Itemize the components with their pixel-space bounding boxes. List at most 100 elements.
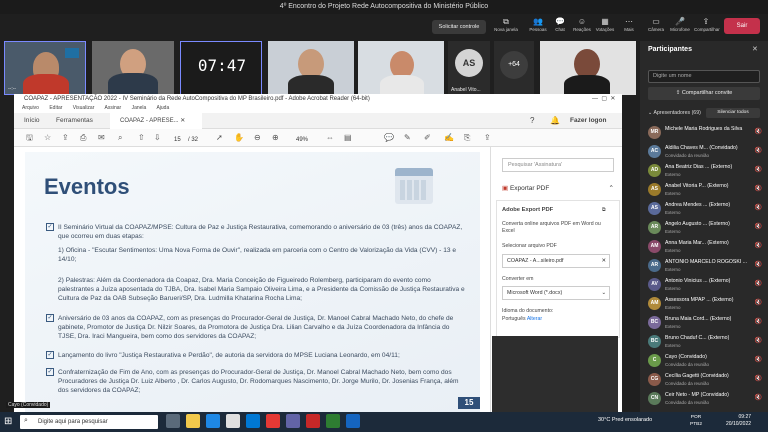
more-participants-tile[interactable]: +64 — [494, 41, 534, 95]
close-icon[interactable]: ✕ — [180, 118, 185, 124]
presenters-section[interactable]: ⌄ Apresentadores (69) — [648, 110, 701, 116]
mic-muted-icon[interactable]: 🔇 — [755, 223, 762, 230]
video-tile-clock[interactable]: 07:47 — [180, 41, 262, 95]
video-tile-4[interactable] — [268, 41, 354, 95]
more-button[interactable]: ⋯ Mais — [617, 16, 641, 36]
menu-arquivo[interactable]: Arquivo — [22, 105, 39, 111]
menu-janela[interactable]: Janela — [132, 105, 147, 111]
word-icon[interactable] — [346, 414, 360, 428]
mail-icon[interactable]: ✉ — [98, 132, 105, 144]
menu-assinar[interactable]: Assinar — [105, 105, 122, 111]
system-clock[interactable]: 09:27 20/10/2022 — [726, 414, 751, 428]
selected-file[interactable]: COAPAZ - A...sileiro.pdf ✕ — [502, 254, 610, 268]
mic-muted-icon[interactable]: 🔇 — [755, 337, 762, 344]
windows-start-icon[interactable]: ⊞ — [4, 415, 12, 429]
acrobat-title: COAPAZ - APRESENTAÇÃO 2022 - IV Seminári… — [14, 94, 622, 104]
close-icon[interactable]: ✕ — [752, 45, 758, 53]
mic-muted-icon[interactable]: 🔇 — [755, 318, 762, 325]
edge-icon[interactable] — [206, 414, 220, 428]
share-button[interactable]: ⇪ Compartilhar — [694, 16, 720, 36]
menu-visualizar[interactable]: Visualizar — [73, 105, 95, 111]
stamp-icon[interactable]: ⎘ — [464, 132, 470, 144]
reactions-button[interactable]: ☺ Reações — [570, 16, 594, 36]
cursor-icon[interactable]: ➚ — [216, 132, 223, 144]
microphone-button[interactable]: 🎤 Microfone — [668, 16, 692, 36]
tab-document[interactable]: COAPAZ - APRESE... ✕ — [110, 113, 202, 129]
page-number-input[interactable]: 15 — [174, 134, 181, 146]
pen-icon[interactable]: ✎ — [404, 132, 411, 144]
mic-muted-icon[interactable]: 🔇 — [755, 147, 762, 154]
save-icon[interactable]: 🖫 — [26, 132, 33, 144]
teams-icon[interactable] — [286, 414, 300, 428]
bell-icon[interactable]: 🔔 — [550, 113, 560, 129]
mic-muted-icon[interactable]: 🔇 — [755, 261, 762, 268]
format-select[interactable]: Microsoft Word (*.docx) ⌄ — [502, 286, 610, 300]
mic-muted-icon[interactable]: 🔇 — [755, 394, 762, 401]
export-pdf-header[interactable]: ▣ Exportar PDF ⌃ — [502, 182, 614, 196]
arrow-down-icon[interactable]: ⇩ — [154, 132, 161, 144]
people-button[interactable]: 👥 Pessoas — [526, 16, 550, 36]
share-invite-button[interactable]: ⇪ Compartilhar convite — [648, 87, 760, 100]
tab-ferramentas[interactable]: Ferramentas — [56, 113, 93, 129]
acrobat-icon[interactable] — [306, 414, 320, 428]
menu-ajuda[interactable]: Ajuda — [156, 105, 169, 111]
mic-muted-icon[interactable]: 🔇 — [755, 166, 762, 173]
tools-search-input[interactable]: Pesquisar 'Assinatura' — [502, 158, 614, 172]
video-tile-8[interactable] — [540, 41, 636, 95]
mic-muted-icon[interactable]: 🔇 — [755, 299, 762, 306]
store-icon[interactable] — [226, 414, 240, 428]
mic-muted-icon[interactable]: 🔇 — [755, 204, 762, 211]
mail-icon[interactable] — [246, 414, 260, 428]
leave-button[interactable]: Sair — [724, 18, 760, 34]
mic-muted-icon[interactable]: 🔇 — [755, 242, 762, 249]
highlight-icon[interactable]: ✐ — [424, 132, 431, 144]
new-window-button[interactable]: ⧉ Nova janela — [494, 16, 518, 36]
star-icon[interactable]: ☆ — [44, 132, 51, 144]
mic-muted-icon[interactable]: 🔇 — [755, 128, 762, 135]
zoom-in-icon[interactable]: ⊕ — [272, 132, 279, 144]
file-explorer-icon[interactable] — [186, 414, 200, 428]
video-tile-2[interactable] — [92, 41, 174, 95]
mic-muted-icon[interactable]: 🔇 — [755, 356, 762, 363]
hand-icon[interactable]: ✋ — [234, 132, 244, 144]
mute-all-button[interactable]: Silenciar todos — [706, 108, 760, 118]
zoom-select[interactable]: 49% — [296, 134, 308, 146]
window-title: 4º Encontro do Projeto Rede Autocomposit… — [0, 0, 768, 14]
close-icon[interactable]: ✕ — [602, 255, 609, 267]
video-tile-as[interactable]: AS Anabel Vito... — [448, 41, 490, 95]
chat-button[interactable]: 💬 Chat — [548, 16, 572, 36]
video-tile-5[interactable] — [358, 41, 444, 95]
mic-muted-icon[interactable]: 🔇 — [755, 280, 762, 287]
search-icon[interactable]: ⌕ — [118, 132, 122, 144]
login-link[interactable]: Fazer logon — [570, 113, 606, 129]
print-icon[interactable]: ⎙ — [80, 132, 86, 144]
comment-icon[interactable]: 💬 — [384, 132, 394, 144]
share-doc-icon[interactable]: ⇪ — [484, 132, 491, 144]
arrow-up-icon[interactable]: ⇧ — [138, 132, 145, 144]
zoom-out-icon[interactable]: ⊖ — [254, 132, 261, 144]
excel-icon[interactable] — [326, 414, 340, 428]
fit-page-icon[interactable]: ⇔ — [326, 132, 334, 144]
polls-button[interactable]: ▦ Votações — [593, 16, 617, 36]
taskbar-search-input[interactable]: Digite aqui para pesquisar — [20, 415, 158, 429]
window-controls[interactable]: — ▢ ✕ — [592, 95, 615, 102]
participant-row[interactable]: CN Ceir Neto - MP (Convidado) Convidado da… — [648, 390, 764, 412]
tab-inicio[interactable]: Início — [24, 113, 40, 129]
mic-muted-icon[interactable]: 🔇 — [755, 185, 762, 192]
upload-icon[interactable]: ⇪ — [62, 132, 69, 144]
sign-icon[interactable]: ✍ — [444, 132, 454, 144]
change-language-link[interactable]: Alterar — [527, 316, 542, 322]
task-view-icon[interactable] — [166, 414, 180, 428]
video-tile-1[interactable]: --:-- — [4, 41, 86, 95]
chrome-icon[interactable] — [266, 414, 280, 428]
request-control-button[interactable]: Solicitar controle — [432, 20, 486, 34]
input-language[interactable]: POR PTB2 — [690, 414, 702, 428]
copy-icon[interactable]: ⧉ — [602, 207, 606, 214]
scroll-mode-icon[interactable]: ▤ — [344, 132, 352, 144]
participant-search-input[interactable]: Digite um nome — [648, 70, 760, 83]
menu-editar[interactable]: Editar — [49, 105, 62, 111]
help-icon[interactable]: ? — [530, 113, 534, 129]
camera-button[interactable]: ▭ Câmera — [644, 16, 668, 36]
mic-muted-icon[interactable]: 🔇 — [755, 375, 762, 382]
weather-widget[interactable]: 30°C Pred ensolarado — [598, 417, 652, 423]
